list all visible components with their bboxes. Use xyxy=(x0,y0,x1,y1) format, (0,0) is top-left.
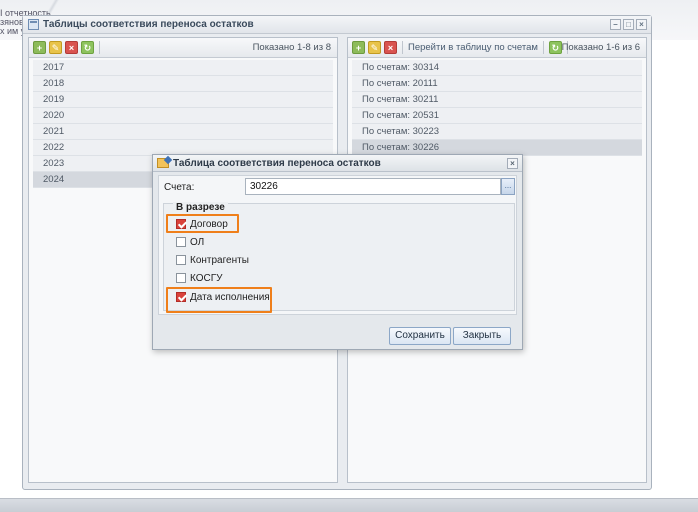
refresh-icon[interactable]: ↻ xyxy=(548,41,562,54)
refresh-icon[interactable]: ↻ xyxy=(81,41,94,54)
list-item[interactable]: 2021 xyxy=(33,124,333,140)
option-counterparties[interactable]: Контрагенты xyxy=(176,253,249,267)
list-item[interactable]: По счетам: 30223 xyxy=(352,124,642,140)
option-kosgu[interactable]: КОСГУ xyxy=(176,271,222,285)
goto-accounts-table-link[interactable]: Перейти в таблицу по счетам xyxy=(408,42,538,53)
add-icon[interactable]: + xyxy=(33,41,46,54)
accounts-toolbar: + ✎ × Перейти в таблицу по счетам ↻ Пока… xyxy=(348,38,646,58)
accounts-picker-button[interactable]: ... xyxy=(501,178,515,195)
option-execution-date[interactable]: Дата исполнения xyxy=(176,290,270,304)
toolbar-separator xyxy=(99,41,100,54)
list-item[interactable]: 2017 xyxy=(33,60,333,76)
list-item[interactable]: 2020 xyxy=(33,108,333,124)
toolbar-separator xyxy=(402,41,403,54)
edit-icon[interactable]: ✎ xyxy=(49,41,62,54)
option-contract[interactable]: Договор xyxy=(176,217,228,231)
minimize-button[interactable]: – xyxy=(610,19,621,30)
list-item[interactable]: По счетам: 20531 xyxy=(352,108,642,124)
toolbar-separator xyxy=(542,41,544,54)
dialog-body: Счета: 30226 ... В разрезе Договор ОЛ Ко… xyxy=(158,175,517,315)
accounts-list: По счетам: 30314 По счетам: 20111 По счета… xyxy=(348,58,646,158)
checkbox-contract[interactable] xyxy=(176,219,186,229)
close-window-button[interactable]: × xyxy=(636,19,647,30)
checkbox-ol[interactable] xyxy=(176,237,186,247)
checkbox-kosgu[interactable] xyxy=(176,273,186,283)
checkbox-execution-date[interactable] xyxy=(176,292,186,302)
checkbox-counterparties[interactable] xyxy=(176,255,186,265)
list-item[interactable]: По счетам: 20111 xyxy=(352,76,642,92)
option-ol-label: ОЛ xyxy=(190,236,205,248)
accounts-count-info: Показано 1-6 из 6 xyxy=(561,42,640,53)
option-contract-label: Договор xyxy=(190,218,228,230)
years-toolbar: + ✎ × ↻ Показано 1-8 из 8 xyxy=(29,38,337,58)
transfer-table-dialog: Таблица соответствия переноса остатков ×… xyxy=(152,154,523,350)
option-ol[interactable]: ОЛ xyxy=(176,235,204,249)
list-item[interactable]: 2019 xyxy=(33,92,333,108)
edit-icon[interactable]: ✎ xyxy=(368,41,381,54)
accounts-field-label: Счета: xyxy=(164,182,195,193)
delete-icon[interactable]: × xyxy=(384,41,397,54)
breakdown-group: В разрезе Договор ОЛ Контрагенты КОСГУ Д… xyxy=(163,202,515,313)
list-item[interactable]: По счетам: 30314 xyxy=(352,60,642,76)
window-titlebar[interactable]: Таблицы соответствия переноса остатков –… xyxy=(23,16,651,34)
years-count-info: Показано 1-8 из 8 xyxy=(252,42,331,53)
close-button[interactable]: Закрыть xyxy=(453,327,511,345)
list-item[interactable]: По счетам: 30211 xyxy=(352,92,642,108)
dialog-titlebar[interactable]: Таблица соответствия переноса остатков × xyxy=(153,155,522,172)
accounts-field[interactable]: 30226 xyxy=(245,178,501,195)
save-button[interactable]: Сохранить xyxy=(389,327,451,345)
add-icon[interactable]: + xyxy=(352,41,365,54)
maximize-button[interactable]: □ xyxy=(623,19,634,30)
option-counterparties-label: Контрагенты xyxy=(190,254,249,266)
breakdown-group-title: В разрезе xyxy=(173,202,228,213)
delete-icon[interactable]: × xyxy=(65,41,78,54)
background-footer xyxy=(0,498,698,512)
table-icon xyxy=(28,19,39,30)
dialog-title: Таблица соответствия переноса остатков xyxy=(173,158,381,169)
list-item[interactable]: 2018 xyxy=(33,76,333,92)
option-execution-date-label: Дата исполнения xyxy=(190,291,270,303)
edit-table-icon xyxy=(157,158,169,168)
option-kosgu-label: КОСГУ xyxy=(190,272,223,284)
close-icon[interactable]: × xyxy=(507,158,518,169)
window-title: Таблицы соответствия переноса остатков xyxy=(43,19,254,30)
